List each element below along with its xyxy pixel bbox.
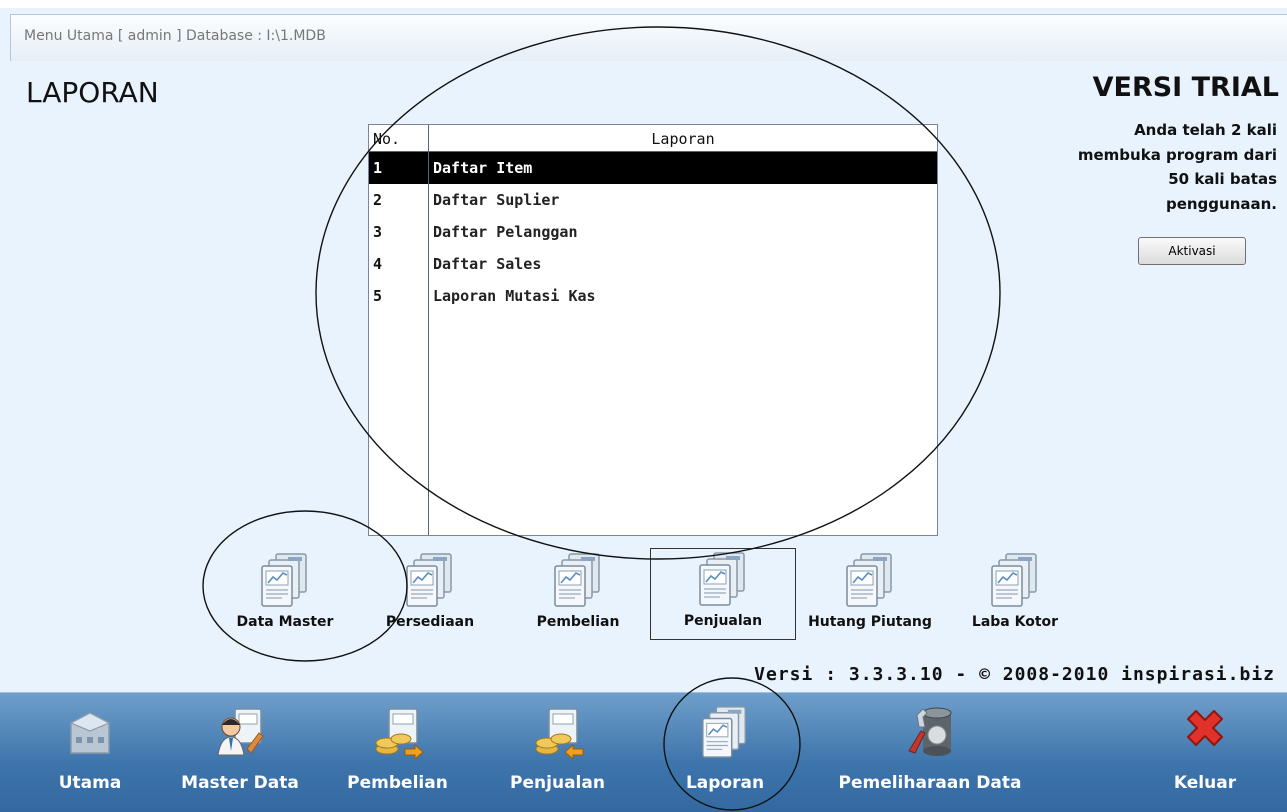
- window-title: Menu Utama [ admin ] Database : I:\1.MDB: [24, 28, 326, 44]
- row-report-name: Daftar Sales: [433, 255, 542, 273]
- nav-pembelian-button[interactable]: Pembelian: [340, 693, 455, 812]
- report-chart-icon: [991, 553, 1037, 607]
- column-divider: [428, 125, 429, 535]
- report-chart-icon: [261, 553, 307, 607]
- close-x-icon: [1187, 710, 1223, 746]
- coins-document-icon: [375, 708, 424, 759]
- bottom-nav-bar: Utama Master Data Pembelian Penjualan La…: [0, 692, 1287, 812]
- row-report-name: Daftar Suplier: [433, 191, 560, 209]
- category-label: Persediaan: [385, 614, 475, 630]
- nav-label: Keluar: [1173, 773, 1237, 793]
- category-label: Data Master: [236, 614, 334, 630]
- person-document-icon: [217, 708, 264, 756]
- trial-line-3: 50 kali batas: [1168, 170, 1277, 188]
- nav-label: Penjualan: [510, 773, 605, 793]
- nav-label: Utama: [58, 773, 122, 793]
- building-icon: [69, 712, 111, 754]
- trial-line-2: membuka program dari: [1077, 145, 1277, 164]
- trial-title: VERSI TRIAL: [1092, 72, 1279, 103]
- report-chart-icon: [699, 552, 745, 606]
- coins-document-icon: [535, 708, 583, 759]
- category-label: Laba Kotor: [971, 614, 1059, 630]
- nav-label: Pembelian: [347, 773, 448, 793]
- category-penjualan[interactable]: Penjualan: [650, 548, 796, 640]
- nav-utama-button[interactable]: Utama: [40, 693, 140, 812]
- table-row[interactable]: 2 Daftar Suplier: [369, 184, 937, 216]
- table-header: No. Laporan: [369, 125, 937, 152]
- nav-laporan-button[interactable]: Laporan: [670, 693, 780, 812]
- trial-line-4: penggunaan.: [1165, 194, 1277, 213]
- window-frame: [0, 0, 1287, 8]
- table-row[interactable]: 5 Laporan Mutasi Kas: [369, 280, 937, 312]
- row-report-name: Daftar Item: [433, 159, 533, 177]
- category-persediaan[interactable]: Persediaan: [355, 550, 505, 640]
- category-data-master[interactable]: Data Master: [210, 550, 360, 640]
- column-header-no[interactable]: No.: [373, 130, 400, 148]
- category-hutang-piutang[interactable]: Hutang Piutang: [795, 550, 945, 640]
- category-label: Hutang Piutang: [808, 614, 932, 630]
- table-row[interactable]: 1 Daftar Item: [369, 152, 937, 184]
- report-chart-icon: [846, 553, 892, 607]
- database-tools-icon: [908, 707, 952, 756]
- page-title: LAPORAN: [26, 76, 159, 109]
- report-chart-icon: [406, 553, 452, 607]
- row-number: 4: [373, 255, 383, 273]
- trial-message: Anda telah 2 kali membuka program dari 5…: [1037, 118, 1277, 216]
- report-chart-icon: [702, 706, 747, 758]
- row-report-name: Laporan Mutasi Kas: [433, 287, 596, 305]
- category-label: Penjualan: [683, 613, 763, 629]
- row-number: 5: [373, 287, 383, 305]
- table-row[interactable]: 4 Daftar Sales: [369, 248, 937, 280]
- nav-keluar-button[interactable]: Keluar: [1150, 693, 1260, 812]
- report-chart-icon: [554, 553, 600, 607]
- category-label: Pembelian: [536, 614, 620, 630]
- category-pembelian[interactable]: Pembelian: [503, 550, 653, 640]
- table-row[interactable]: 3 Daftar Pelanggan: [369, 216, 937, 248]
- category-laba-kotor[interactable]: Laba Kotor: [940, 550, 1090, 640]
- nav-label: Master Data: [181, 773, 299, 793]
- row-report-name: Daftar Pelanggan: [433, 223, 578, 241]
- column-header-laporan[interactable]: Laporan: [429, 130, 937, 148]
- trial-line-1: Anda telah 2 kali: [1134, 121, 1277, 139]
- aktivasi-button[interactable]: Aktivasi: [1138, 237, 1246, 265]
- nav-label: Laporan: [685, 773, 765, 793]
- nav-pemeliharaan-data-button[interactable]: Pemeliharaan Data: [815, 693, 1045, 812]
- report-list-table: No. Laporan 1 Daftar Item 2 Daftar Supli…: [368, 124, 938, 536]
- nav-penjualan-button[interactable]: Penjualan: [500, 693, 615, 812]
- nav-label: Pemeliharaan Data: [838, 773, 1022, 793]
- nav-master-data-button[interactable]: Master Data: [180, 693, 300, 812]
- row-number: 2: [373, 191, 383, 209]
- row-number: 1: [373, 159, 383, 177]
- version-info: Versi : 3.3.3.10 - © 2008-2010 inspirasi…: [754, 664, 1275, 685]
- row-number: 3: [373, 223, 383, 241]
